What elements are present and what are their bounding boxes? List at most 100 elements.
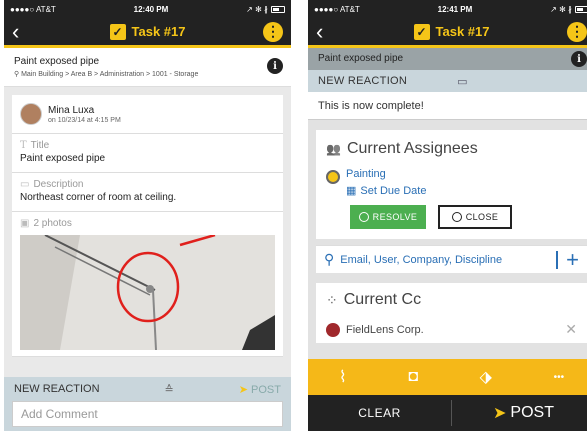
attachment-toolbar: ⌇ ◘ ⬗ ••• [308, 359, 587, 395]
assignee-name[interactable]: Painting [346, 168, 426, 180]
resolve-label: RESOLVE [372, 212, 418, 222]
status-bar: ●●●●○ AT&T 12:41 PM ↗ ✻ ∦ [308, 0, 587, 18]
new-reaction-label: NEW REACTION [318, 75, 408, 87]
carrier-label: ●●●●○ AT&T [314, 4, 360, 14]
post-button[interactable]: ➤ POST [452, 403, 587, 423]
tag-icon[interactable]: ⬗ [480, 367, 492, 387]
nav-title: ✓ Task #17 [413, 23, 490, 40]
status-time: 12:41 PM [437, 4, 473, 14]
status-glyphs: ↗ ✻ ∦ [246, 4, 268, 14]
post-label: POST [251, 383, 281, 396]
add-comment-input[interactable]: Add Comment [12, 401, 283, 427]
set-due-date-link[interactable]: ▦ Set Due Date [346, 184, 427, 198]
task-name: Paint exposed pipe [318, 53, 404, 64]
reaction-panel: NEW REACTION ≙ ➤ POST Add Comment [4, 377, 291, 431]
battery-icon [271, 5, 285, 13]
paperclip-icon[interactable]: ⌇ [339, 367, 347, 387]
photos-section: ▣ 2 photos [12, 212, 283, 357]
more-menu-button[interactable]: ⋮ [567, 21, 587, 42]
assignee-row: Painting ▦ Set Due Date [326, 168, 577, 197]
title-label-text: Title [30, 140, 50, 151]
post-button-small[interactable]: ➤ POST [239, 383, 281, 396]
assignee-actions: RESOLVE CLOSE [350, 205, 577, 229]
cc-title: ⁘ Current Cc [326, 291, 577, 309]
assignees-title: 👥 Current Assignees [326, 140, 577, 158]
assignees-title-text: Current Assignees [346, 140, 478, 157]
phone-screen-reaction: ●●●●○ AT&T 12:41 PM ↗ ✻ ∦ ‹ ✓ Task #17 ⋮… [308, 0, 587, 431]
task-number: Task #17 [435, 24, 490, 39]
task-name: Paint exposed pipe [14, 56, 100, 67]
title-value: Paint exposed pipe [20, 153, 106, 164]
due-date-label: Set Due Date [360, 184, 427, 197]
location-text: Main Building > Area B > Administration … [21, 71, 199, 78]
reaction-header: NEW REACTION ▭ [308, 70, 587, 92]
cc-icon: ⁘ [326, 291, 338, 308]
radio-icon [451, 212, 462, 222]
radio-icon [358, 212, 369, 222]
comment-icon: ▭ [20, 179, 30, 190]
back-icon[interactable]: ‹ [316, 20, 336, 42]
more-icon[interactable]: ••• [554, 372, 565, 383]
photos-label: ▣ 2 photos [12, 212, 283, 229]
status-bar: ●●●●○ AT&T 12:40 PM ↗ ✻ ∦ [4, 0, 291, 18]
resolve-button[interactable]: RESOLVE [350, 205, 426, 229]
title-field: T Title Paint exposed pipe [12, 134, 283, 173]
remove-icon[interactable]: ✕ [565, 321, 577, 338]
cc-item: FieldLens Corp. ✕ [326, 321, 577, 338]
description-label: ▭ Description [12, 173, 283, 190]
author-date: on 10/23/14 at 4:15 PM [48, 116, 121, 124]
camera-icon: ▣ [20, 218, 30, 229]
status-glyphs: ↗ ✻ ∦ [550, 4, 572, 14]
nav-bar: ‹ ✓ Task #17 ⋮ [308, 18, 587, 48]
close-button[interactable]: CLOSE [438, 205, 512, 229]
clear-button[interactable]: CLEAR [308, 406, 451, 420]
send-icon: ➤ [238, 383, 248, 396]
cc-card: ⁘ Current Cc FieldLens Corp. ✕ [316, 283, 587, 343]
reaction-header: NEW REACTION ≙ ➤ POST [4, 377, 291, 401]
task-number: Task #17 [131, 24, 186, 39]
keyboard-handle-icon[interactable]: ▭ [457, 75, 468, 88]
discipline-icon [326, 170, 340, 184]
author-card: Mina Luxa on 10/23/14 at 4:15 PM [12, 95, 283, 134]
calendar-icon: ▦ [346, 185, 357, 197]
cc-company: FieldLens Corp. [326, 322, 424, 337]
info-button[interactable]: i [571, 51, 587, 67]
people-icon: 👥 [326, 142, 341, 156]
location-pin-icon: ⚲ [14, 71, 20, 78]
check-icon: ✓ [413, 23, 430, 40]
photos-count: 2 photos [33, 218, 72, 229]
task-header: Paint exposed pipe ⚲ Main Building > Are… [4, 48, 291, 87]
photo-illustration [20, 235, 275, 350]
carrier-label: ●●●●○ AT&T [10, 4, 56, 14]
action-bar: CLEAR ➤ POST [308, 395, 587, 431]
cc-title-text: Current Cc [343, 291, 422, 308]
info-button[interactable]: i [267, 58, 283, 74]
post-label: POST [510, 404, 554, 421]
reaction-message[interactable]: This is now complete! [308, 92, 587, 120]
phone-screen-task-detail: ●●●●○ AT&T 12:40 PM ↗ ✻ ∦ ‹ ✓ Task #17 ⋮… [4, 0, 291, 431]
add-assignee-button[interactable]: + [556, 248, 579, 270]
status-icons: ↗ ✻ ∦ [550, 5, 587, 14]
task-photo[interactable] [20, 235, 275, 350]
assignee-search-input[interactable]: Email, User, Company, Discipline [340, 254, 550, 266]
assignee-search-row: ⚲ Email, User, Company, Discipline + [316, 245, 587, 273]
description-value: Northeast corner of room at ceiling. [20, 192, 177, 203]
close-label: CLOSE [465, 212, 499, 222]
status-icons: ↗ ✻ ∦ [246, 5, 285, 14]
avatar [20, 103, 42, 125]
camera-icon[interactable]: ◘ [408, 368, 418, 386]
drag-handle-icon[interactable]: ≙ [165, 383, 174, 396]
more-menu-button[interactable]: ⋮ [263, 21, 283, 42]
new-reaction-label: NEW REACTION [14, 383, 100, 395]
nav-title: ✓ Task #17 [109, 23, 186, 40]
nav-bar: ‹ ✓ Task #17 ⋮ [4, 18, 291, 48]
description-label-text: Description [33, 179, 84, 190]
status-time: 12:40 PM [133, 4, 169, 14]
title-icon: T [20, 140, 27, 151]
back-icon[interactable]: ‹ [12, 20, 32, 42]
task-location-path: ⚲ Main Building > Area B > Administratio… [14, 70, 281, 78]
battery-icon [575, 5, 587, 13]
search-icon: ⚲ [324, 251, 335, 267]
send-icon: ➤ [493, 405, 507, 422]
title-label: T Title [12, 134, 283, 151]
